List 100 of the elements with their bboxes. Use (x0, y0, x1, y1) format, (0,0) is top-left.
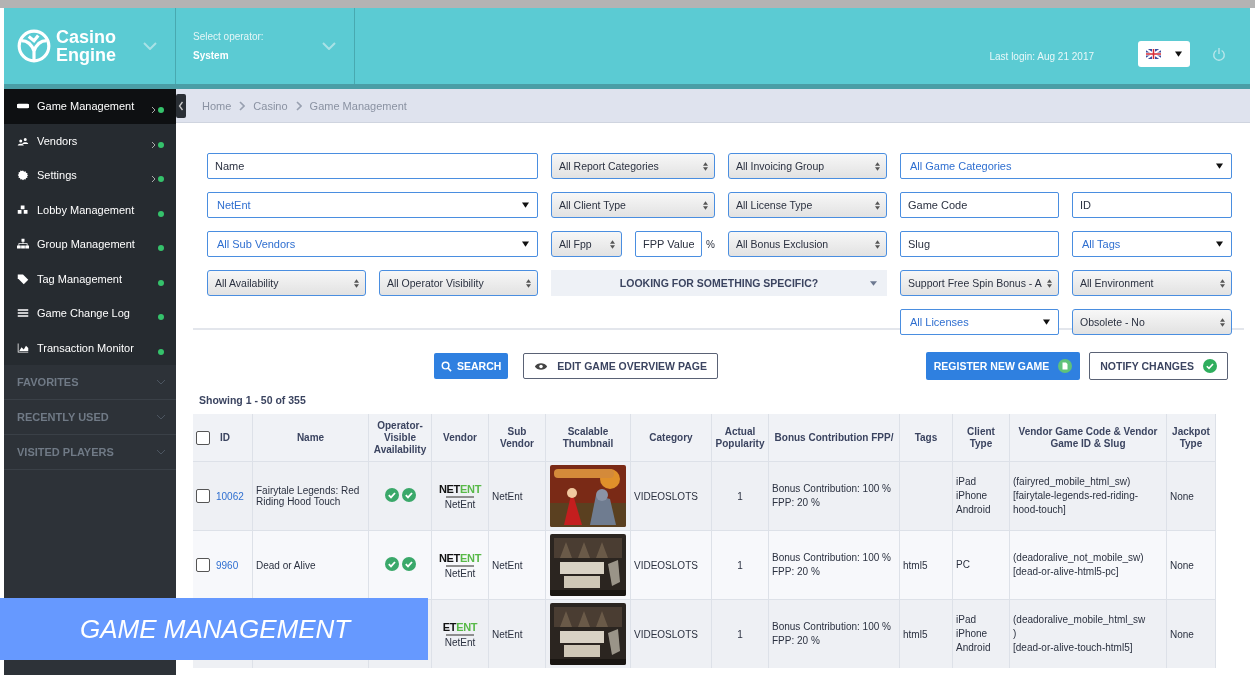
logo-icon (16, 28, 52, 64)
dropdown[interactable]: Obsolete - No (1072, 309, 1232, 335)
table-cell-text: iPad iPhone Android (956, 475, 992, 517)
list-icon (17, 307, 29, 320)
eye-icon (534, 361, 549, 371)
check-circle-icon (1203, 359, 1217, 373)
checkbox[interactable] (196, 489, 210, 503)
dropdown[interactable]: All Tags (1072, 231, 1232, 257)
logo-tagline-drawing (446, 564, 474, 567)
table-cell: 1 (737, 490, 743, 502)
sidebar-item[interactable]: Lobby Management (4, 192, 176, 227)
sort-arrows-icon (354, 278, 359, 288)
caret-icon (522, 241, 529, 247)
column-header[interactable]: Client Type (952, 414, 1010, 462)
search-button[interactable]: SEARCH (434, 353, 509, 379)
dropdown[interactable]: All Availability (207, 270, 366, 296)
chevron-down-icon (156, 379, 166, 385)
status-dot (158, 210, 164, 217)
sidebar-item[interactable]: Settings (4, 158, 176, 193)
dropdown[interactable]: All Licenses (900, 309, 1059, 335)
dropdown[interactable]: All Fpp (551, 231, 622, 257)
table-cell: VIDEOSLOTS (634, 628, 698, 640)
dropdown[interactable]: All Game Categories (900, 153, 1232, 179)
search-icon (441, 360, 452, 372)
input-field[interactable]: FPP Value (635, 231, 703, 257)
dropdown[interactable]: All Report Categories (551, 153, 715, 179)
table-cell: Dead or Alive (256, 559, 316, 571)
chart-icon (17, 341, 29, 354)
sort-arrows-icon (875, 239, 880, 249)
table-cell: None (1170, 490, 1194, 502)
advanced-search-toggle[interactable]: LOOKING FOR SOMETHING SPECIFIC? (551, 270, 887, 296)
column-header[interactable]: Scalable Thumbnail (545, 414, 631, 462)
column-header[interactable]: Actual Popularity (711, 414, 769, 462)
chevron-right-icon (295, 100, 302, 111)
dropdown[interactable]: All Operator Visibility (379, 270, 538, 296)
sort-arrows-icon (1220, 317, 1225, 327)
table-cell: NetEnt (492, 628, 523, 640)
column-header[interactable]: Category (630, 414, 712, 462)
table-cell: NetEnt (444, 498, 476, 510)
table-cell-text: PC (956, 558, 971, 572)
table-cell: 1 (737, 559, 743, 571)
table-cell-text: (fairyred_mobile_html_sw) [fairytale-legends-red-riding-hood-touch] (1013, 475, 1140, 517)
flag-icon (1146, 49, 1161, 59)
column-header[interactable]: Operator-Visible Availability (368, 414, 432, 462)
game-id-link[interactable]: 9960 (216, 559, 239, 571)
caret-icon (1175, 51, 1182, 57)
logo-text: Casino Engine (56, 28, 116, 64)
dropdown[interactable]: Support Free Spin Bonus - A (900, 270, 1059, 296)
table-cell: NetEnt (492, 559, 523, 571)
table-cell-text: Bonus Contribution: 100 % FPP: 20 % (772, 482, 892, 510)
dropdown[interactable]: All Bonus Exclusion (728, 231, 887, 257)
register-game-button[interactable]: REGISTER NEW GAME (925, 352, 1081, 380)
language-select[interactable] (1138, 41, 1190, 67)
table-cell: html5 (903, 559, 928, 571)
table-cell-text: (deadoralive_not_mobile_sw) [dead-or-alive-html5-pc] (1013, 551, 1145, 579)
dropdown[interactable]: All License Type (728, 192, 887, 218)
input-field[interactable]: Name (207, 153, 538, 179)
edit-overview-button[interactable]: EDIT GAME OVERVIEW PAGE (523, 353, 718, 379)
logo-tagline-drawing (446, 495, 474, 498)
column-header[interactable]: Jackpot Type (1166, 414, 1216, 462)
table-cell: 1 (737, 628, 743, 640)
sidebar-item[interactable]: Transaction Monitor (4, 330, 176, 365)
checkbox[interactable] (196, 558, 210, 572)
dropdown[interactable]: All Environment (1072, 270, 1232, 296)
table-cell: NetEnt (444, 636, 476, 648)
sidebar-item[interactable]: Vendors (4, 123, 176, 158)
status-dot (158, 176, 164, 183)
status-dot (158, 314, 164, 321)
sort-arrows-icon (610, 239, 615, 249)
input-field[interactable]: ID (1072, 192, 1232, 218)
sort-arrows-icon (875, 200, 880, 210)
checkbox[interactable] (196, 430, 210, 445)
column-header[interactable]: ID (220, 431, 230, 444)
column-header[interactable]: Vendor (431, 414, 489, 462)
column-header[interactable]: Tags (899, 414, 953, 462)
table-cell-text: Bonus Contribution: 100 % FPP: 20 % (772, 551, 892, 579)
column-header[interactable]: Name (252, 414, 369, 462)
sidebar-item[interactable]: Tag Management (4, 261, 176, 296)
dropdown[interactable]: NetEnt (207, 192, 538, 218)
collapse-icon[interactable] (176, 93, 186, 118)
logo-tagline-drawing (446, 633, 474, 636)
sort-arrows-icon (1220, 278, 1225, 288)
dropdown[interactable]: All Invoicing Group (728, 153, 887, 179)
column-header[interactable]: Vendor Game Code & Vendor Game ID & Slug (1009, 414, 1167, 462)
dropdown[interactable]: All Client Type (551, 192, 715, 218)
sidebar-item[interactable]: Group Management (4, 227, 176, 262)
vendor-logo: NETENT (438, 551, 482, 564)
table-cell: VIDEOSLOTS (634, 559, 698, 571)
column-header[interactable]: Sub Vendor (488, 414, 546, 462)
sidebar-item[interactable]: Game Management (4, 89, 176, 124)
input-field[interactable]: Game Code (900, 192, 1059, 218)
sort-arrows-icon (875, 161, 880, 171)
game-id-link[interactable]: 10062 (216, 490, 244, 502)
sidebar-item[interactable]: Game Change Log (4, 296, 176, 331)
column-header[interactable]: Bonus Contribution FPP/ (768, 414, 900, 462)
input-field[interactable]: Slug (900, 231, 1059, 257)
notify-changes-button[interactable]: NOTIFY CHANGES (1089, 352, 1228, 380)
dropdown[interactable]: All Sub Vendors (207, 231, 538, 257)
document-icon (1058, 359, 1073, 373)
table-cell-text: Bonus Contribution: 100 % FPP: 20 % (772, 620, 892, 648)
